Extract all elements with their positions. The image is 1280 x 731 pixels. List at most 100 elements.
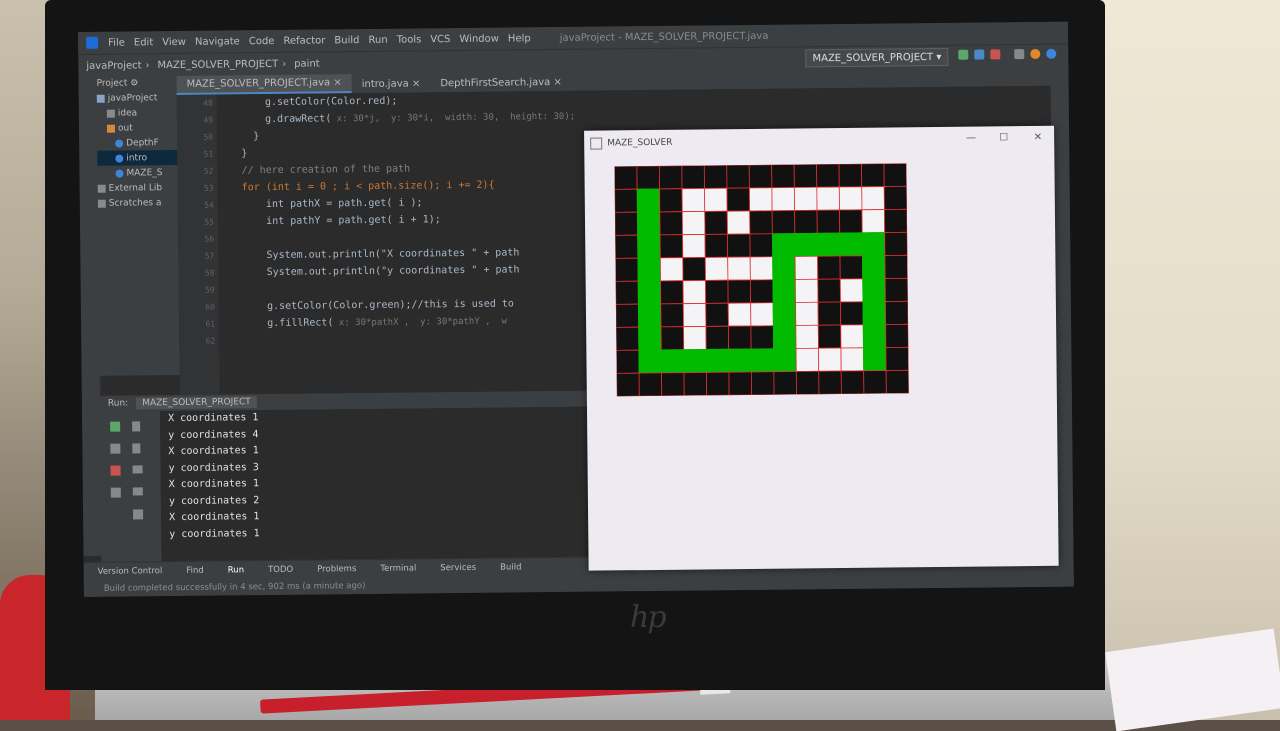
- search-icon[interactable]: [1014, 49, 1025, 60]
- tree-item-scratches[interactable]: Scratches a: [97, 195, 178, 211]
- maze-wall-cell: [726, 187, 751, 212]
- maze-wall-cell: [704, 233, 729, 258]
- menu-vcs[interactable]: VCS: [430, 34, 450, 45]
- maze-wall-cell: [659, 234, 684, 259]
- soft-wrap-icon[interactable]: [132, 465, 143, 474]
- arrow-up-icon[interactable]: [132, 421, 141, 432]
- menu-help[interactable]: Help: [508, 33, 531, 44]
- stop-icon[interactable]: [990, 49, 1001, 60]
- maze-path-cell: [637, 280, 662, 305]
- tree-item-project[interactable]: javaProject: [96, 90, 177, 106]
- menu-view[interactable]: View: [162, 36, 186, 47]
- hp-logo: hp: [630, 600, 667, 635]
- maze-wall-cell: [750, 325, 774, 350]
- rerun-icon[interactable]: [110, 421, 121, 432]
- tree-item-idea[interactable]: idea: [97, 105, 177, 121]
- tab-services[interactable]: Services: [440, 563, 476, 573]
- menu-build[interactable]: Build: [334, 35, 359, 46]
- tree-item-external-libs[interactable]: External Lib: [97, 180, 178, 196]
- tab-terminal[interactable]: Terminal: [380, 563, 416, 573]
- run-config-tab[interactable]: MAZE_SOLVER_PROJECT: [136, 396, 257, 410]
- close-icon[interactable]: ✕: [1034, 132, 1043, 143]
- close-icon[interactable]: ×: [409, 78, 421, 89]
- tree-item-label: MAZE_S: [126, 167, 163, 178]
- tree-item-maze[interactable]: MAZE_S: [97, 165, 177, 181]
- tab-run[interactable]: Run: [228, 565, 244, 575]
- tree-item-depthf[interactable]: DepthF: [97, 135, 177, 151]
- tab-build[interactable]: Build: [500, 562, 521, 572]
- maze-path-cell: [638, 326, 662, 351]
- jetbrains-icon[interactable]: [1046, 48, 1057, 59]
- tree-item-label: External Lib: [108, 182, 163, 194]
- maze-path-cell: [862, 301, 887, 326]
- breadcrumb-method[interactable]: paint: [294, 58, 320, 69]
- maze-open-cell: [704, 256, 729, 281]
- maze-path-cell: [862, 255, 886, 280]
- tab-intro[interactable]: intro.java ×: [352, 75, 431, 93]
- debug-icon[interactable]: [974, 49, 985, 60]
- breadcrumb-class[interactable]: MAZE_SOLVER_PROJECT: [157, 58, 278, 70]
- tab-problems[interactable]: Problems: [317, 564, 356, 574]
- maze-path-cell: [862, 278, 886, 303]
- tree-item-intro[interactable]: intro: [97, 149, 178, 166]
- code-text: }: [217, 148, 248, 160]
- run-icon[interactable]: [958, 49, 969, 60]
- maze-path-cell: [863, 347, 887, 372]
- menu-tools[interactable]: Tools: [397, 34, 422, 45]
- arrow-down-icon[interactable]: [132, 443, 141, 454]
- menu-file[interactable]: File: [108, 37, 125, 48]
- line-number-gutter: 48 49 50 51 52 53 54 55 56 57 58 59 60 6…: [176, 94, 220, 395]
- tab-depth-first-search[interactable]: DepthFirstSearch.java ×: [430, 74, 572, 92]
- maze-wall-cell: [616, 372, 640, 397]
- maze-open-cell: [683, 326, 707, 351]
- maze-open-cell: [681, 188, 706, 213]
- breadcrumb-project[interactable]: javaProject: [86, 60, 141, 72]
- tree-item-label: DepthF: [126, 137, 159, 149]
- maze-wall-cell: [748, 164, 773, 189]
- maze-wall-cell: [727, 233, 751, 258]
- maze-window-title: MAZE_SOLVER: [607, 137, 673, 149]
- maze-wall-cell: [706, 371, 730, 396]
- maze-wall-cell: [883, 163, 908, 187]
- close-icon[interactable]: ×: [550, 77, 562, 88]
- maze-solver-window[interactable]: MAZE_SOLVER — ☐ ✕: [584, 125, 1059, 571]
- close-icon[interactable]: ×: [330, 77, 342, 88]
- menu-edit[interactable]: Edit: [134, 37, 153, 48]
- gear-icon[interactable]: ⚙: [127, 78, 138, 88]
- tab-find[interactable]: Find: [186, 566, 204, 576]
- line-number: 49: [203, 115, 213, 125]
- maximize-icon[interactable]: ☐: [999, 132, 1008, 143]
- updates-icon[interactable]: [1030, 48, 1041, 60]
- tab-maze-solver-project[interactable]: MAZE_SOLVER_PROJECT.java ×: [176, 74, 352, 95]
- stop-icon[interactable]: [110, 465, 121, 476]
- minimize-icon[interactable]: —: [966, 133, 976, 144]
- run-config-dropdown[interactable]: MAZE_SOLVER_PROJECT ▾: [805, 47, 949, 68]
- project-header-label: Project: [96, 77, 128, 89]
- menu-navigate[interactable]: Navigate: [195, 36, 240, 47]
- trash-icon[interactable]: [133, 509, 144, 520]
- tree-item-out[interactable]: out: [97, 120, 177, 136]
- menu-code[interactable]: Code: [249, 35, 275, 46]
- maze-window-titlebar[interactable]: MAZE_SOLVER: [584, 126, 1054, 157]
- camera-icon[interactable]: [110, 487, 121, 498]
- maze-path-cell: [728, 348, 752, 373]
- line-number: 56: [204, 234, 215, 244]
- tab-todo[interactable]: TODO: [268, 565, 293, 575]
- tab-version-control[interactable]: Version Control: [98, 566, 163, 577]
- intellij-icon: [86, 36, 99, 49]
- maze-path-cell: [636, 188, 661, 213]
- menu-run[interactable]: Run: [368, 34, 387, 45]
- print-icon[interactable]: [132, 487, 143, 496]
- maze-wall-cell: [817, 301, 842, 326]
- maze-open-cell: [794, 255, 819, 280]
- code-text: g.setColor(Color.green);//this is used t…: [218, 298, 514, 313]
- wrench-icon[interactable]: [110, 443, 121, 454]
- menu-refactor[interactable]: Refactor: [283, 35, 325, 46]
- maze-wall-cell: [817, 324, 842, 349]
- menu-window[interactable]: Window: [459, 33, 499, 44]
- maze-wall-cell: [660, 280, 684, 305]
- maze-wall-cell: [884, 208, 908, 233]
- code-text: g.fillRect(: [219, 317, 334, 330]
- project-header[interactable]: Project ⚙: [96, 75, 176, 91]
- maze-wall-cell: [615, 349, 640, 374]
